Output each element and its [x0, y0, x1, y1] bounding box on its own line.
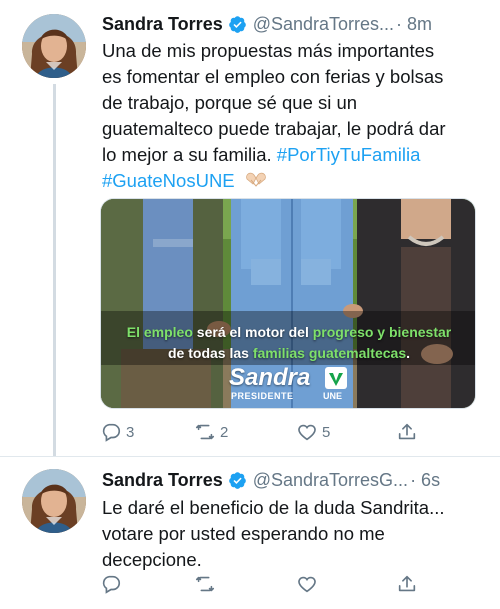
media-caption-line: El empleo será el motor del progreso y b…	[101, 322, 475, 343]
reply-button[interactable]	[100, 572, 126, 596]
caption-highlight: familias guatemaltecas	[252, 345, 407, 361]
display-name[interactable]: Sandra Torres	[102, 468, 223, 492]
campaign-logo: Sandra PRESIDENTE UNE	[229, 365, 351, 403]
tweet-text-line: guatemalteco puede trabajar, le podrá da…	[102, 118, 446, 139]
tweet-text-line: de trabajo, porque sé que si un	[102, 92, 358, 113]
hashtag-link[interactable]: #GuateNosUNE	[102, 170, 235, 191]
party-name: UNE	[323, 391, 343, 401]
like-button[interactable]	[296, 572, 322, 596]
logo-subtitle: PRESIDENTE	[231, 391, 294, 401]
tweet-text-line: es fomentar el empleo con ferias y bolsa…	[102, 66, 444, 87]
hashtag-link[interactable]: #PorTiyTuFamilia	[277, 144, 421, 165]
tweet-header: Sandra Torres @SandraTorres... · 8m	[102, 12, 432, 36]
share-button[interactable]	[396, 420, 418, 444]
reply-button[interactable]: 3	[100, 420, 134, 444]
thread-connector-line	[53, 84, 56, 456]
tweet[interactable]: Sandra Torres @SandraTorresG... · 6s Le …	[0, 456, 500, 609]
party-logo-icon	[325, 367, 347, 389]
tweet-media-image[interactable]: El empleo será el motor del progreso y b…	[100, 198, 476, 409]
display-name[interactable]: Sandra Torres	[102, 12, 223, 36]
like-button[interactable]: 5	[296, 420, 330, 444]
caption-text: de todas las	[168, 345, 253, 361]
tweet-text-line: Le daré el beneficio de la duda Sandrita…	[102, 497, 445, 518]
tweet[interactable]: Sandra Torres @SandraTorres... · 8m Una …	[0, 0, 500, 456]
reply-icon	[102, 423, 121, 442]
tweet-header: Sandra Torres @SandraTorresG... · 6s	[102, 468, 440, 492]
reply-icon	[102, 575, 121, 594]
tweet-actions	[100, 572, 430, 596]
reply-count: 3	[126, 423, 135, 441]
tweet-text-line: votare por usted esperando no me	[102, 523, 385, 544]
caption-text: será el motor del	[192, 324, 313, 340]
timestamp[interactable]: · 6s	[410, 468, 440, 492]
tweet-text-line: lo mejor a su familia. #PorTiyTuFamilia	[102, 142, 482, 168]
timestamp[interactable]: · 8m	[396, 12, 432, 36]
share-icon	[398, 575, 416, 592]
avatar[interactable]	[22, 469, 86, 533]
tweet-text-line: decepcione.	[102, 549, 202, 570]
like-count: 5	[322, 423, 331, 441]
user-handle[interactable]: @SandraTorres...	[253, 12, 394, 36]
media-caption-line: de todas las familias guatemaltecas.	[101, 343, 475, 364]
heart-icon	[298, 576, 316, 593]
avatar[interactable]	[22, 14, 86, 78]
share-icon	[398, 423, 416, 440]
retweet-button[interactable]: 2	[194, 420, 228, 444]
verified-badge-icon	[228, 471, 247, 490]
caption-highlight: progreso y bienestar	[312, 324, 452, 340]
tweet-text-line: #GuateNosUNE	[102, 168, 482, 195]
tweet-actions: 3 2 5	[100, 420, 430, 444]
retweet-count: 2	[220, 423, 229, 441]
retweet-icon	[195, 576, 215, 592]
heart-hands-icon	[244, 169, 268, 195]
retweet-icon	[195, 424, 215, 440]
tweet-text-segment: lo mejor a su familia.	[102, 144, 272, 165]
caption-text: .	[406, 345, 410, 361]
share-button[interactable]	[396, 572, 418, 596]
logo-name: Sandra	[229, 364, 311, 391]
verified-badge-icon	[228, 15, 247, 34]
user-handle[interactable]: @SandraTorresG...	[253, 468, 408, 492]
caption-highlight: El empleo	[126, 324, 193, 340]
tweet-text-line: Una de mis propuestas más importantes	[102, 40, 435, 61]
heart-icon	[298, 424, 316, 441]
retweet-button[interactable]	[194, 572, 220, 596]
tweet-text: Una de mis propuestas más importantes es…	[102, 38, 482, 195]
tweet-text: Le daré el beneficio de la duda Sandrita…	[102, 495, 482, 573]
media-caption: El empleo será el motor del progreso y b…	[101, 322, 475, 364]
